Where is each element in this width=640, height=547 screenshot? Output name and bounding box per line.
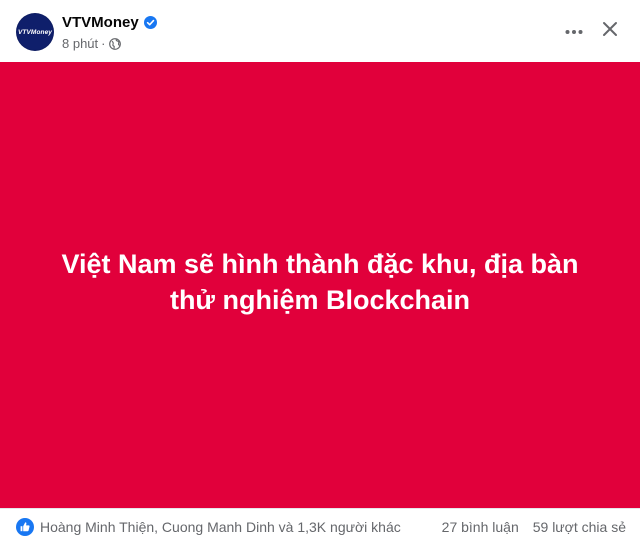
headline-line-2: thử nghiệm Blockchain xyxy=(169,285,471,315)
engagement-counts: 27 bình luận 59 lượt chia sẻ xyxy=(442,518,626,536)
close-button[interactable] xyxy=(596,17,624,45)
close-icon xyxy=(602,21,618,42)
globe-icon[interactable] xyxy=(108,37,121,50)
comments-count-link[interactable]: 27 bình luận xyxy=(442,519,519,535)
reactions-summary[interactable]: Hoàng Minh Thiện, Cuong Manh Dinh và 1,3… xyxy=(16,518,401,536)
post-image[interactable]: Việt Nam sẽ hình thành đặc khu, địa bàn … xyxy=(0,62,640,508)
reactors-text: Hoàng Minh Thiện, Cuong Manh Dinh và 1,3… xyxy=(40,519,401,535)
post-timestamp[interactable]: 8 phút xyxy=(62,36,98,51)
verified-badge-icon xyxy=(143,15,157,29)
post-footer: Hoàng Minh Thiện, Cuong Manh Dinh và 1,3… xyxy=(0,508,640,547)
like-icon xyxy=(16,518,34,536)
more-options-icon xyxy=(564,22,584,40)
meta-separator: · xyxy=(101,35,106,51)
post-meta: 8 phút · xyxy=(62,35,121,51)
shares-count-link[interactable]: 59 lượt chia sẻ xyxy=(533,519,626,535)
page-avatar[interactable]: VTVMoney xyxy=(16,13,54,51)
headline-line-1: Việt Nam sẽ hình thành đặc khu, địa bàn xyxy=(61,249,579,279)
image-headline: Việt Nam sẽ hình thành đặc khu, địa bàn … xyxy=(20,246,620,318)
page-name-link[interactable]: VTVMoney xyxy=(62,14,139,31)
avatar-logo-text: VTVMoney xyxy=(17,28,53,36)
post-header: VTVMoney VTVMoney 8 phút · xyxy=(0,0,640,62)
page-name-row: VTVMoney xyxy=(62,13,157,31)
facebook-post: VTVMoney VTVMoney 8 phút · Việt Nam sẽ h… xyxy=(0,0,640,547)
more-options-button[interactable] xyxy=(560,17,588,45)
